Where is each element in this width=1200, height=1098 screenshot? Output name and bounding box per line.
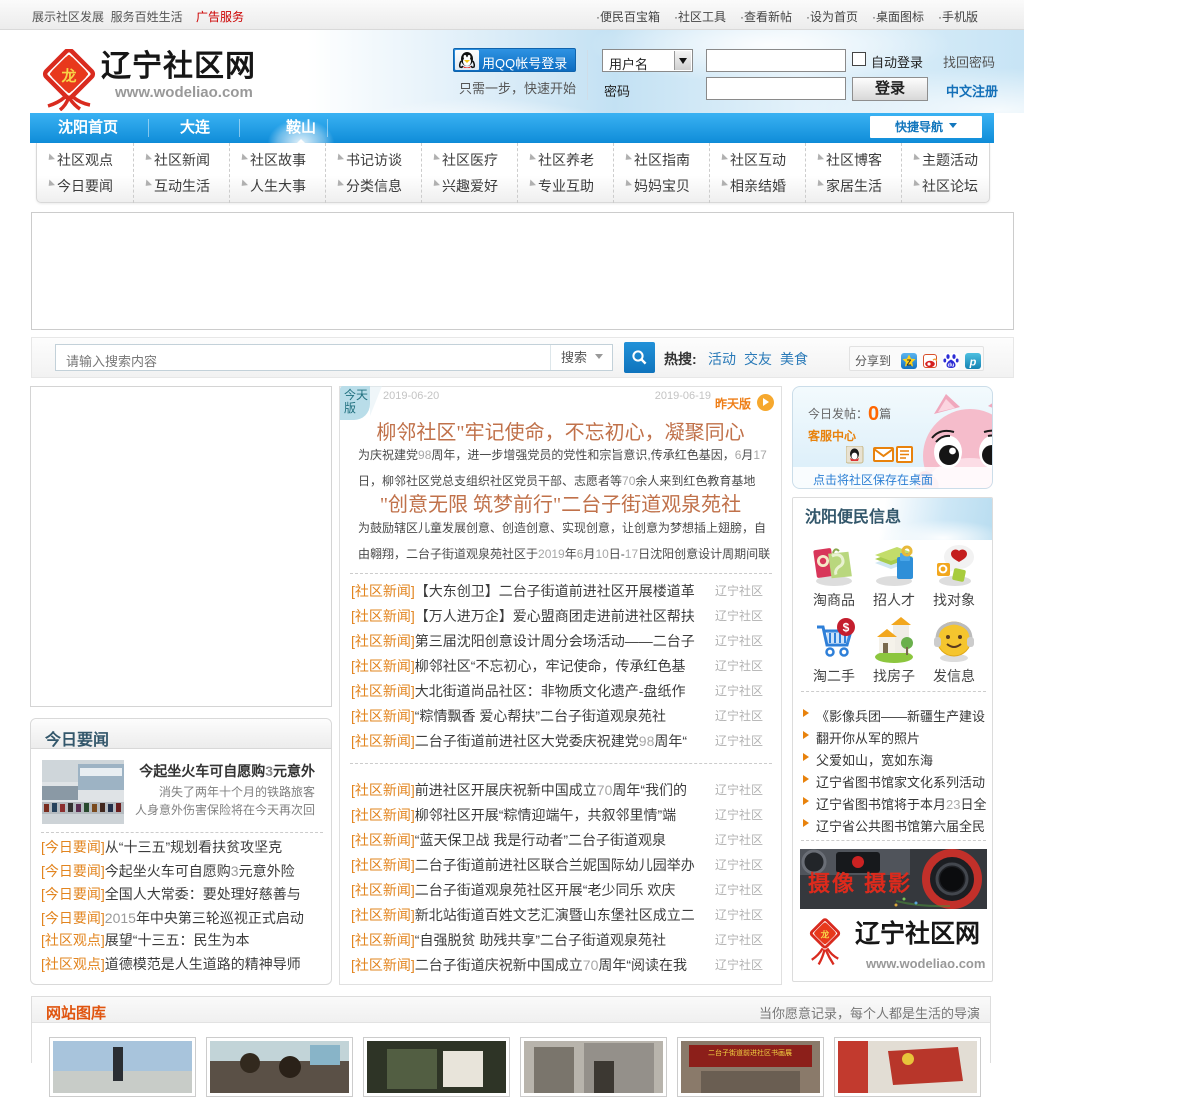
svg-text:龙: 龙 (820, 928, 830, 939)
svg-text:Z: Z (907, 359, 912, 368)
svg-text:摄像 摄影: 摄像 摄影 (808, 871, 912, 896)
svg-text:du: du (948, 363, 955, 369)
svg-text:p: p (969, 357, 977, 369)
svg-text:二台子街道前进社区书画展: 二台子街道前进社区书画展 (708, 1048, 792, 1057)
svg-text:$: $ (843, 621, 850, 635)
svg-text:龙: 龙 (60, 67, 76, 85)
